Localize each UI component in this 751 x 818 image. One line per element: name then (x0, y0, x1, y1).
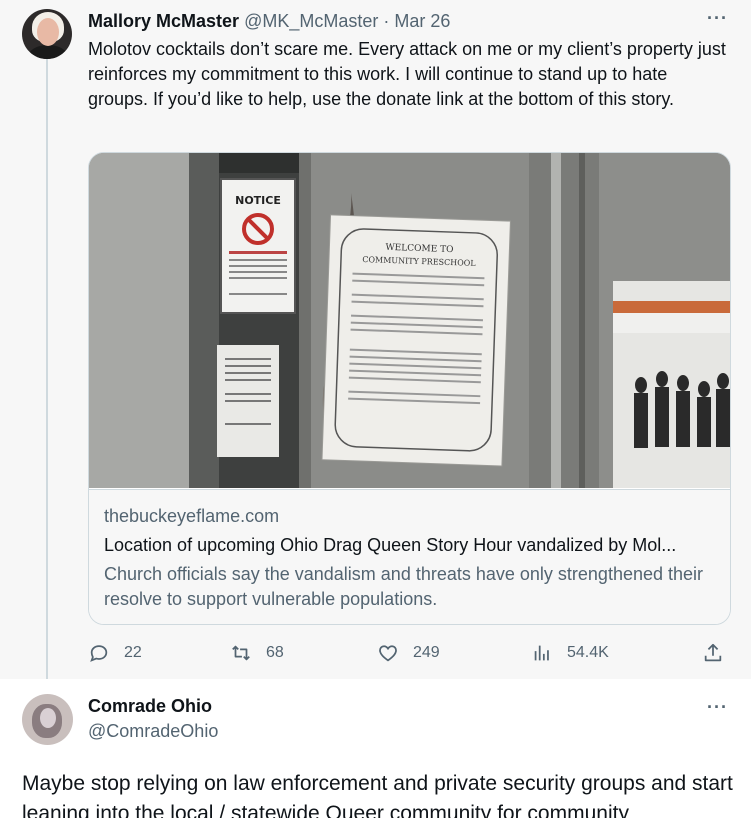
card-description: Church officials say the vandalism and t… (104, 564, 704, 609)
retweet-count: 68 (266, 644, 284, 661)
tweet-main[interactable]: Mallory McMaster @MK_McMaster · Mar 26 ·… (0, 0, 751, 686)
avatar[interactable] (22, 9, 72, 59)
tweet-text: Maybe stop relying on law enforcement an… (22, 772, 733, 818)
reply-icon (90, 645, 108, 662)
link-card[interactable]: NOTICE WELCOME TO COMMUNITY PRESCHOOL th… (88, 152, 731, 625)
separator: · (383, 11, 390, 31)
card-title: Location of upcoming Ohio Drag Queen Sto… (104, 535, 677, 555)
author-name[interactable]: Mallory McMaster (88, 11, 239, 31)
like-count: 249 (413, 644, 440, 661)
tweet-date[interactable]: Mar 26 (394, 11, 450, 31)
more-icon[interactable]: ··· (707, 8, 728, 29)
more-icon[interactable]: ··· (707, 697, 728, 718)
author-name[interactable]: Comrade Ohio (88, 696, 212, 717)
views-button[interactable]: 54.4K (531, 640, 609, 666)
author-handle[interactable]: @MK_McMaster (244, 11, 378, 31)
retweet-icon (232, 645, 250, 661)
card-domain: thebuckeyeflame.com (104, 506, 280, 526)
share-icon (704, 643, 722, 662)
retweet-button[interactable]: 68 (230, 640, 284, 666)
card-image: NOTICE WELCOME TO COMMUNITY PRESCHOOL (89, 153, 730, 488)
like-button[interactable]: 249 (377, 640, 440, 666)
views-count: 54.4K (567, 644, 609, 661)
notice-sign-text: NOTICE (235, 194, 281, 207)
share-button[interactable] (702, 640, 724, 666)
thread-line (46, 58, 48, 686)
like-icon (379, 645, 397, 662)
reply-button[interactable]: 22 (88, 640, 142, 666)
tweet-text: Molotov cocktails don’t scare me. Every … (88, 39, 726, 109)
views-icon (534, 645, 549, 661)
author-handle[interactable]: @ComradeOhio (88, 721, 218, 742)
reply-count: 22 (124, 644, 142, 661)
tweet-header: Mallory McMaster @MK_McMaster · Mar 26 (88, 10, 450, 32)
tweet-reply[interactable]: Comrade Ohio @ComradeOhio ··· Maybe stop… (0, 679, 751, 818)
card-text: thebuckeyeflame.com Location of upcoming… (89, 489, 730, 624)
avatar[interactable] (22, 694, 73, 745)
